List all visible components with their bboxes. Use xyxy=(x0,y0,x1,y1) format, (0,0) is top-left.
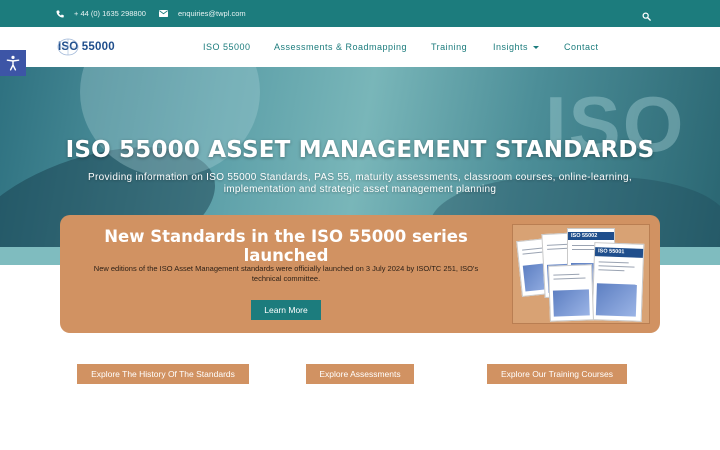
document-cover: ISO 55001 xyxy=(591,242,645,322)
nav-label: Training xyxy=(431,42,468,52)
nav-label: Assessments & Roadmapping xyxy=(274,42,408,52)
nav-item-training[interactable]: Training xyxy=(431,27,467,67)
announcement-card: New Standards in the ISO 55000 series la… xyxy=(60,215,660,333)
nav-label: Insights xyxy=(493,42,529,52)
announcement-title: New Standards in the ISO 55000 series la… xyxy=(104,227,468,265)
accessibility-button[interactable] xyxy=(0,50,26,76)
explore-history-button[interactable]: Explore The History Of The Standards xyxy=(77,364,249,384)
envelope-icon xyxy=(159,10,168,17)
logo-globe-icon xyxy=(57,38,79,56)
phone-contact[interactable]: + 44 (0) 1635 298800 xyxy=(56,0,146,27)
hero-title: ISO 55000 ASSET MANAGEMENT STANDARDS xyxy=(65,137,655,163)
email-address: enquiries@twpl.com xyxy=(178,9,246,18)
standards-documents-image: ISO 55002 ISO 55001 xyxy=(512,224,650,324)
document-label: ISO 55001 xyxy=(597,248,625,256)
nav-label: ISO 55000 xyxy=(203,42,251,52)
search-button[interactable] xyxy=(642,8,653,21)
search-icon xyxy=(642,12,651,21)
learn-more-button[interactable]: Learn More xyxy=(251,300,321,320)
explore-assessments-button[interactable]: Explore Assessments xyxy=(306,364,414,384)
site-header: ISO 55000 ISO 55000 Assessments & Roadma… xyxy=(0,27,720,67)
hero-subtitle: Providing information on ISO 55000 Stand… xyxy=(88,172,632,195)
phone-icon xyxy=(56,10,64,18)
nav-item-iso-55000[interactable]: ISO 55000 xyxy=(203,27,251,67)
nav-item-insights[interactable]: Insights xyxy=(493,27,540,67)
announcement-description: New editions of the ISO Asset Management… xyxy=(93,264,479,283)
document-label: ISO 55002 xyxy=(571,233,598,239)
nav-item-contact[interactable]: Contact xyxy=(564,27,599,67)
nav-label: Contact xyxy=(564,42,599,52)
accessibility-icon xyxy=(6,55,20,71)
explore-training-button[interactable]: Explore Our Training Courses xyxy=(487,364,627,384)
chevron-down-icon xyxy=(533,45,540,49)
document-cover xyxy=(548,264,594,322)
site-logo[interactable]: ISO 55000 xyxy=(56,38,115,56)
nav-item-assessments[interactable]: Assessments & Roadmapping xyxy=(274,27,407,67)
email-contact[interactable]: enquiries@twpl.com xyxy=(159,0,246,27)
phone-number: + 44 (0) 1635 298800 xyxy=(74,9,146,18)
top-bar: + 44 (0) 1635 298800 enquiries@twpl.com xyxy=(0,0,720,27)
